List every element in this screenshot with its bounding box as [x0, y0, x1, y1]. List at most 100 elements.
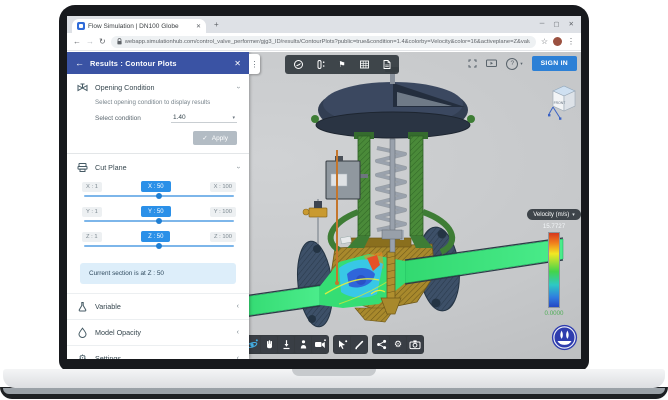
legend-colorbar	[548, 232, 560, 308]
annotation-flag-icon[interactable]: ⚑	[332, 57, 352, 72]
sidebar-title: Results : Contour Plots	[90, 59, 228, 68]
current-section-info: Current section is at Z : 50	[80, 263, 236, 284]
x-slider-thumb[interactable]	[156, 193, 162, 199]
navigation-toolbar: ⚙	[243, 335, 424, 354]
chevron-left-icon: ‹	[237, 355, 239, 359]
y-plane-slider-row: Y : 1 Y : 50 Y : 100	[82, 206, 236, 222]
section-settings[interactable]: ⚙ Settings ‹	[67, 345, 249, 359]
streamlines-icon[interactable]	[288, 57, 308, 72]
y-slider-thumb[interactable]	[156, 218, 162, 224]
browser-navbar: ← → ↻ webapp.simulationhub.com/control_v…	[67, 33, 581, 51]
select-condition-label: Select condition	[95, 115, 141, 122]
help-menu[interactable]: ? ▾	[506, 58, 522, 70]
y-max-chip: Y : 100	[210, 207, 236, 217]
close-icon[interactable]: ✕	[569, 20, 574, 28]
padlock-icon	[117, 38, 122, 45]
laptop-screen: Flow Simulation | DN100 Globe ✕ + ─ ▢ ✕ …	[67, 16, 581, 359]
walkthrough-person-icon[interactable]	[295, 336, 311, 353]
share-icon[interactable]	[373, 336, 389, 353]
forward-icon[interactable]: →	[86, 38, 94, 46]
tab-close-icon[interactable]: ✕	[196, 23, 201, 30]
laptop-mockup: Flow Simulation | DN100 Globe ✕ + ─ ▢ ✕ …	[0, 0, 668, 400]
section-label: Opening Condition	[95, 83, 230, 92]
address-bar[interactable]: webapp.simulationhub.com/control_valve_p…	[111, 36, 536, 48]
chevron-down-icon: ›	[234, 166, 241, 168]
section-opening-condition[interactable]: Opening Condition ›	[67, 74, 249, 99]
minimize-icon[interactable]: ─	[540, 20, 545, 28]
sidebar-toggle-button[interactable]: ⋮	[249, 54, 260, 74]
contour-slice-icon[interactable]	[310, 57, 330, 72]
x-max-chip: X : 100	[210, 182, 236, 192]
section-model-opacity[interactable]: Model Opacity ‹	[67, 319, 249, 345]
condition-select[interactable]: 1.40 ▾	[171, 113, 237, 123]
zoom-out-icon[interactable]	[278, 336, 294, 353]
screenshot-camera-icon[interactable]	[407, 336, 423, 353]
url-text: webapp.simulationhub.com/control_valve_p…	[125, 39, 530, 45]
gear-icon: ⚙	[77, 353, 88, 359]
fullscreen-icon[interactable]	[468, 59, 477, 68]
apply-button[interactable]: ✓ Apply	[193, 131, 237, 145]
maximize-icon[interactable]: ▢	[553, 20, 559, 28]
air-regulator	[303, 199, 327, 244]
close-panel-icon[interactable]: ✕	[234, 59, 241, 68]
profile-avatar[interactable]	[553, 37, 562, 46]
browser-menu-icon[interactable]: ⋮	[567, 38, 575, 46]
grid-icon[interactable]	[354, 57, 374, 72]
select-probe-icon[interactable]	[334, 336, 350, 353]
camera-views-icon[interactable]	[312, 336, 328, 353]
simulation-app: ⚑ ? ▾ SIGN IN	[67, 52, 581, 359]
video-tutorials-icon[interactable]	[486, 59, 497, 68]
z-plane-slider[interactable]	[84, 245, 234, 247]
legend-title: Velocity (m/s)	[533, 212, 569, 218]
opening-condition-body: Select opening condition to display resu…	[67, 99, 249, 153]
y-current-chip: Y : 50	[141, 206, 171, 217]
velocity-legend: Velocity (m/s) ▾ 15.7727 0.0000	[530, 209, 578, 317]
x-min-chip: X : 1	[82, 182, 102, 192]
simulationhub-favicon	[77, 22, 85, 30]
new-tab-button[interactable]: +	[214, 20, 219, 29]
window-controls: ─ ▢ ✕	[540, 20, 574, 28]
report-icon[interactable]	[376, 57, 396, 72]
z-min-chip: Z : 1	[82, 232, 102, 242]
valve-3d-model[interactable]	[227, 62, 575, 342]
section-label: Variable	[95, 302, 230, 311]
measure-icon[interactable]	[351, 336, 367, 353]
sign-in-button[interactable]: SIGN IN	[532, 56, 577, 71]
section-label: Settings	[95, 354, 230, 359]
results-toolbar: ⚑	[285, 55, 399, 74]
viewport-settings-icon[interactable]: ⚙	[390, 336, 406, 353]
chevron-down-icon: ›	[234, 86, 241, 88]
bookmark-star-icon[interactable]: ☆	[541, 38, 548, 46]
cut-plane-body: X : 1 X : 50 X : 100 Y : 1 Y : 50 Y : 10…	[67, 179, 249, 260]
section-variable[interactable]: Variable ‹	[67, 293, 249, 319]
apply-label: Apply	[212, 135, 228, 142]
tab-title: Flow Simulation | DN100 Globe	[88, 23, 193, 30]
view-cube-label: FRONT	[554, 101, 566, 105]
legend-variable-selector[interactable]: Velocity (m/s) ▾	[527, 209, 581, 220]
back-icon[interactable]: ←	[73, 38, 81, 46]
flask-icon	[77, 301, 88, 312]
sidebar-header: ← Results : Contour Plots ✕	[67, 52, 249, 74]
reload-icon[interactable]: ↻	[99, 38, 106, 46]
browser-tab[interactable]: Flow Simulation | DN100 Globe ✕	[72, 19, 206, 33]
z-slider-thumb[interactable]	[156, 243, 162, 249]
z-max-chip: Z : 100	[210, 232, 236, 242]
chevron-left-icon: ‹	[237, 303, 239, 310]
condition-value: 1.40	[173, 114, 186, 121]
pan-hand-icon[interactable]	[261, 336, 277, 353]
help-icon: ?	[506, 58, 518, 70]
chevron-left-icon: ‹	[237, 329, 239, 336]
nav-group-camera	[243, 335, 329, 354]
chevron-down-icon: ▾	[520, 61, 522, 67]
results-sidebar: ← Results : Contour Plots ✕ Opening Cond…	[67, 52, 249, 359]
y-plane-slider[interactable]	[84, 220, 234, 222]
chevron-down-icon: ▾	[232, 115, 235, 121]
view-cube[interactable]: FRONT	[548, 80, 580, 127]
check-icon: ✓	[202, 134, 207, 142]
viewport-top-right: ? ▾ SIGN IN	[468, 56, 577, 71]
nav-group-utility: ⚙	[372, 335, 424, 354]
back-arrow-icon[interactable]: ←	[75, 58, 84, 68]
actuator-dome	[311, 67, 475, 138]
section-cut-plane[interactable]: Cut Plane ›	[67, 154, 249, 179]
x-plane-slider[interactable]	[84, 195, 234, 197]
